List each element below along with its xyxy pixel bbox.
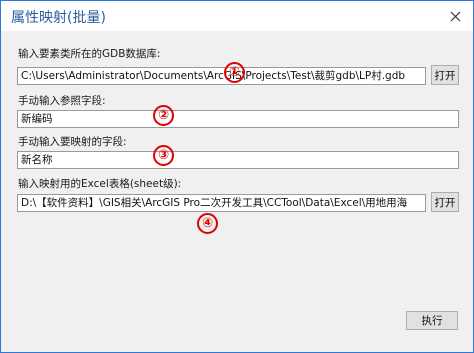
reference-field-input[interactable]: 新编码 — [17, 110, 459, 128]
annotation-marker-3: ③ — [153, 145, 174, 166]
close-icon — [450, 11, 460, 21]
open-gdb-button[interactable]: 打开 — [431, 65, 459, 85]
run-button[interactable]: 执行 — [406, 311, 458, 330]
gdb-path-input[interactable]: C:\Users\Administrator\Documents\ArcGIS\… — [17, 67, 426, 85]
open-excel-button[interactable]: 打开 — [431, 192, 459, 212]
mapping-field-input[interactable]: 新名称 — [17, 151, 459, 169]
gdb-label: 输入要素类所在的GDB数据库: — [18, 48, 161, 60]
title-bar[interactable]: 属性映射(批量) — [1, 1, 473, 31]
annotation-marker-2: ② — [153, 105, 174, 126]
annotation-marker-1: ① — [224, 62, 245, 83]
window-title: 属性映射(批量) — [11, 10, 106, 26]
excel-path-input[interactable]: D:\【软件资料】\GIS相关\ArcGIS Pro二次开发工具\CCTool\… — [17, 194, 426, 212]
mapping-field-label: 手动输入要映射的字段: — [18, 136, 127, 148]
excel-label: 输入映射用的Excel表格(sheet级): — [18, 178, 182, 190]
dialog-content: 输入要素类所在的GDB数据库: C:\Users\Administrator\D… — [1, 31, 473, 352]
reference-field-label: 手动输入参照字段: — [18, 95, 106, 107]
dialog-window: 属性映射(批量) 输入要素类所在的GDB数据库: C:\Users\Admini… — [0, 0, 474, 353]
annotation-marker-4: ④ — [197, 213, 218, 234]
close-button[interactable] — [445, 6, 465, 26]
